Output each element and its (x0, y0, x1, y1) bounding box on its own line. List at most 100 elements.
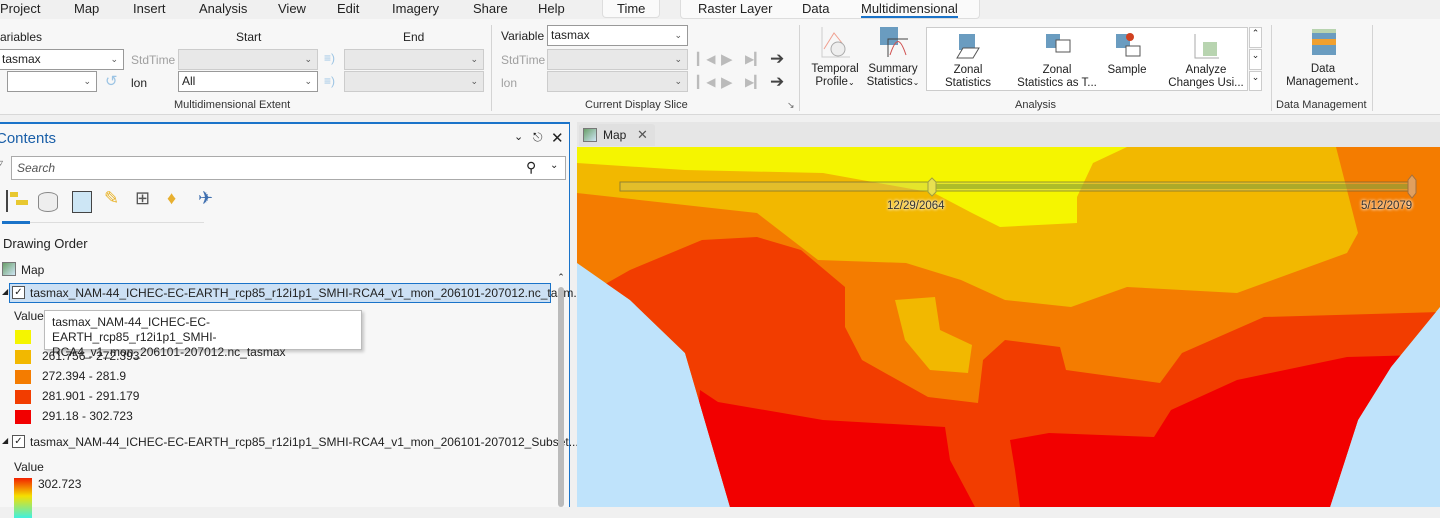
analyze-changes-label: Analyze (1185, 64, 1227, 76)
dimension-dropdown[interactable]: ⌄ (7, 71, 97, 92)
gallery-scroll-down[interactable]: ⌄ (1249, 49, 1262, 70)
legend-value-heading: Value (14, 309, 44, 323)
tab-time[interactable]: Time (602, 0, 660, 18)
legend-value-heading: Value (14, 460, 44, 474)
zonal-statistics-table-button[interactable]: Zonal Statistics as T... (1007, 32, 1107, 90)
expand-triangle-icon[interactable]: ◢ (2, 436, 8, 445)
gallery-scroll-up[interactable]: ⌃ (1249, 27, 1262, 48)
filter-icon[interactable]: ▿ (0, 158, 3, 169)
scroll-up-icon[interactable]: ⌃ (555, 272, 567, 283)
menu-tab-insert[interactable]: Insert (133, 0, 166, 18)
divider (799, 25, 800, 111)
zonal-statistics-table-label: Zonal (1042, 64, 1072, 76)
group-label-extent: Multidimensional Extent (174, 99, 291, 111)
go-arrow-icon[interactable]: ➔ (770, 72, 784, 92)
map-icon (583, 128, 597, 142)
layer-visibility-checkbox[interactable]: ✓ (12, 286, 25, 299)
stdtime-end-dropdown[interactable]: ⌄ (344, 49, 484, 70)
summary-statistics-button[interactable]: Summary Statistics⌄ (864, 25, 922, 89)
play-icon[interactable]: ▶ (721, 50, 733, 68)
temporal-profile-button[interactable]: Temporal Profile⌄ (808, 25, 862, 89)
chevron-down-icon[interactable]: ⌄ (550, 160, 558, 171)
lon-start-dropdown[interactable]: All ⌄ (178, 71, 318, 92)
chevron-down-icon: ⌄ (110, 54, 118, 64)
list-by-visibility-icon[interactable] (72, 191, 92, 213)
list-by-editing-icon[interactable]: ✎ (104, 188, 119, 209)
menu-tab-analysis[interactable]: Analysis (199, 0, 247, 18)
legend-swatch[interactable] (15, 390, 31, 404)
menu-tab-share[interactable]: Share (473, 0, 508, 18)
data-management-icon (1312, 29, 1336, 55)
sample-button[interactable]: Sample (1103, 32, 1151, 77)
last-step-icon[interactable]: ▶▎ (745, 52, 763, 66)
slice-lon-dropdown[interactable]: ⌄ (547, 71, 688, 92)
chevron-down-icon: ⌄ (304, 76, 312, 86)
first-step-icon[interactable]: ▎◀ (697, 52, 715, 66)
map-tab[interactable]: Map ✕ (579, 124, 655, 146)
menu-tab-map[interactable]: Map (74, 0, 99, 18)
scrollbar[interactable]: ⌃ (555, 272, 567, 509)
legend-swatch[interactable] (15, 370, 31, 384)
close-icon[interactable]: ✕ (551, 129, 564, 147)
slice-stdtime-dropdown[interactable]: ⌄ (547, 49, 688, 70)
apply-extent-icon[interactable]: ≡) (324, 51, 335, 65)
dialog-launcher-icon[interactable]: ↘ (787, 100, 795, 111)
reset-icon[interactable]: ↺ (105, 72, 118, 90)
slice-variable-label: Variable (501, 29, 545, 43)
map-icon (2, 262, 16, 276)
slice-stdtime-label: StdTime (501, 53, 546, 67)
search-icon[interactable]: ⚲ (526, 159, 536, 176)
menu-tab-project[interactable]: Project (0, 0, 40, 18)
pin-icon[interactable]: ⎋ (533, 130, 543, 145)
legend-label: 281.901 - 291.179 (42, 389, 140, 403)
legend-swatch[interactable] (15, 410, 31, 424)
gallery-expand[interactable]: ⌄ (1249, 71, 1262, 91)
slice-variable-dropdown[interactable]: tasmax ⌄ (547, 25, 688, 46)
list-by-perspective-imagery-icon[interactable]: ✈ (198, 188, 213, 209)
layer-name[interactable]: tasmax_NAM-44_ICHEC-EC-EARTH_rcp85_r12i1… (30, 286, 583, 300)
expand-triangle-icon[interactable]: ◢ (2, 287, 8, 296)
sample-icon (1116, 33, 1141, 57)
lon-end-dropdown[interactable]: ⌄ (344, 71, 484, 92)
list-by-source-icon[interactable] (38, 192, 58, 212)
stdtime-start-dropdown[interactable]: ⌄ (178, 49, 318, 70)
chevron-down-icon[interactable]: ⌄ (514, 130, 523, 143)
time-slider-start-thumb[interactable] (927, 177, 937, 197)
time-slider-end-thumb[interactable] (1407, 174, 1417, 199)
apply-extent-icon[interactable]: ≡) (324, 74, 335, 88)
search-input[interactable]: Search ⚲ ⌄ (11, 156, 566, 180)
tab-multidimensional[interactable]: Multidimensional (861, 0, 958, 18)
summary-statistics-label-2: Statistics (866, 76, 913, 88)
menu-tab-help[interactable]: Help (538, 0, 565, 18)
map-canvas[interactable] (577, 147, 1440, 507)
menu-tab-edit[interactable]: Edit (337, 0, 359, 18)
tab-data[interactable]: Data (802, 0, 829, 18)
last-step-icon[interactable]: ▶▎ (745, 75, 763, 89)
play-icon[interactable]: ▶ (721, 73, 733, 91)
tooltip-line-2: RCA4_v1_mon_206101-207012.nc_tasmax (52, 345, 286, 359)
legend-swatch[interactable] (15, 330, 31, 344)
stretch-color-ramp (14, 478, 32, 518)
menu-tab-view[interactable]: View (278, 0, 306, 18)
list-by-drawing-order-icon[interactable] (6, 190, 28, 212)
temporal-profile-label: Temporal (811, 63, 859, 75)
zonal-statistics-button[interactable]: Zonal Statistics (933, 32, 1003, 90)
close-icon[interactable]: ✕ (637, 127, 648, 143)
data-management-button[interactable]: Data Management⌄ (1280, 25, 1366, 89)
variables-dropdown[interactable]: tasmax ⌄ (0, 49, 124, 70)
analyze-changes-label-2: Changes Usi... (1168, 77, 1244, 89)
tab-raster-layer[interactable]: Raster Layer (698, 0, 772, 18)
scrollbar-thumb[interactable] (558, 287, 564, 507)
first-step-icon[interactable]: ▎◀ (697, 75, 715, 89)
go-arrow-icon[interactable]: ➔ (770, 49, 784, 69)
analyze-changes-button[interactable]: Analyze Changes Usi... (1163, 32, 1249, 90)
layer-name[interactable]: tasmax_NAM-44_ICHEC-EC-EARTH_rcp85_r12i1… (30, 435, 582, 449)
layer-visibility-checkbox[interactable]: ✓ (12, 435, 25, 448)
legend-swatch[interactable] (15, 350, 31, 364)
legend-label: 272.394 - 281.9 (42, 369, 127, 383)
list-by-labeling-icon[interactable]: ♦ (167, 188, 176, 209)
list-by-selection-icon[interactable]: ⊞ (135, 188, 150, 209)
menu-tab-imagery[interactable]: Imagery (392, 0, 439, 18)
chevron-down-icon: ⌄ (912, 78, 920, 87)
map-item[interactable]: Map (21, 263, 44, 277)
